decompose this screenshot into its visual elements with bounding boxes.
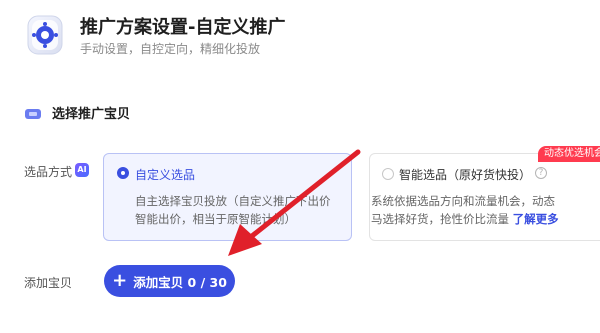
promo-tag: 动态优选机会 xyxy=(538,146,600,162)
app-logo xyxy=(22,12,68,58)
option-desc-manual-2: 智能出价，相当于原智能计划） xyxy=(135,212,296,226)
learn-more-link[interactable]: 了解更多 xyxy=(513,212,559,226)
add-item-button[interactable]: + 添加宝贝 0 / 30 xyxy=(104,265,235,297)
gear-badge-icon xyxy=(27,15,63,55)
option-title-smart: 智能选品（原好货快投） xyxy=(399,168,532,182)
option-desc-smart-1: 系统依据选品方向和流量机会，动态 xyxy=(371,194,555,208)
option-desc-manual-1: 自主选择宝贝投放（自定义推广下出价 xyxy=(135,194,331,208)
ticket-icon xyxy=(24,106,42,120)
radio-manual-selected[interactable] xyxy=(117,167,129,179)
plus-icon: + xyxy=(112,270,128,291)
ai-badge: AI xyxy=(75,163,89,177)
help-icon[interactable]: ? xyxy=(535,167,547,179)
page-title: 推广方案设置-自定义推广 xyxy=(80,17,286,38)
option-desc-smart-2-wrap: 马选择好货，抢性价比流量 了解更多 xyxy=(371,210,600,228)
section-title: 选择推广宝贝 xyxy=(52,107,131,122)
page-subtitle: 手动设置，自控定向，精细化投放 xyxy=(80,42,261,56)
add-item-label: 添加宝贝 xyxy=(24,276,73,290)
radio-smart[interactable] xyxy=(382,168,394,180)
add-item-button-label: 添加宝贝 0 / 30 xyxy=(133,274,227,290)
option-title-manual: 自定义选品 xyxy=(135,168,196,182)
selection-method-label: 选品方式 xyxy=(24,165,73,179)
option-desc-smart-2: 马选择好货，抢性价比流量 xyxy=(371,212,509,226)
